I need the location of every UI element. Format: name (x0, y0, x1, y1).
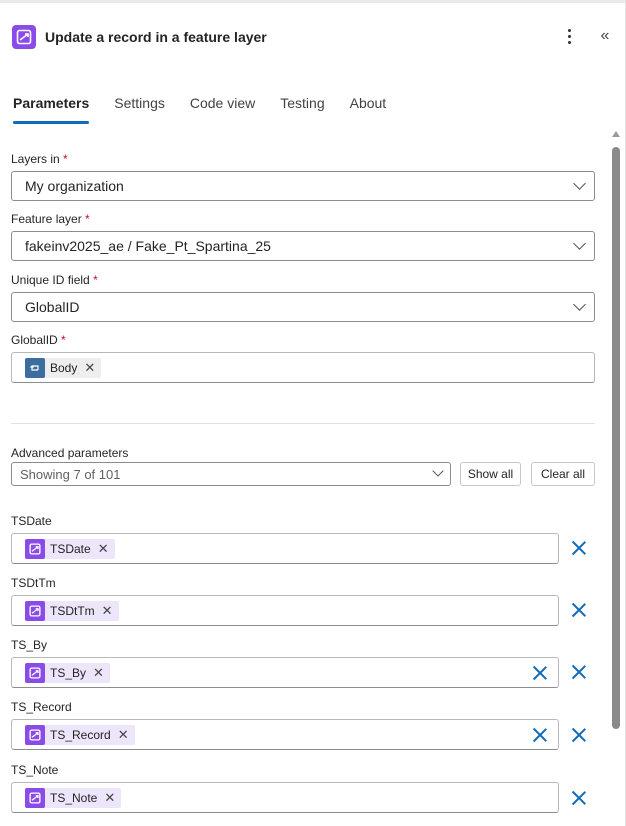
feature-layer-token-icon (25, 538, 45, 559)
globalid-input[interactable]: Body ✕ (11, 352, 595, 383)
tab-about[interactable]: About (350, 94, 387, 124)
globalid-token-label: Body (50, 360, 78, 375)
dynamic-content-token: TS_By ✕ (25, 662, 110, 683)
globalid-token: Body ✕ (25, 357, 102, 378)
param-input-tsdate[interactable]: TSDate ✕ (11, 533, 559, 564)
tab-code-view[interactable]: Code view (190, 94, 255, 124)
clear-input-icon[interactable] (531, 726, 549, 744)
advanced-parameters-label: Advanced parameters (11, 446, 129, 460)
feature-layer-token-icon (25, 600, 45, 621)
show-all-button[interactable]: Show all (460, 462, 521, 486)
feature-layer-token-icon (25, 724, 45, 745)
advanced-parameters-select[interactable]: Showing 7 of 101 (11, 462, 451, 486)
remove-token-icon[interactable]: ✕ (84, 358, 95, 378)
delete-param-icon[interactable] (570, 539, 588, 557)
remove-token-icon[interactable]: ✕ (102, 601, 113, 621)
delete-param-icon[interactable] (570, 601, 588, 619)
chevron-down-icon (432, 465, 444, 477)
layers-in-label: Layers in * (11, 152, 68, 166)
panel-title: Update a record in a feature layer (45, 29, 267, 45)
layers-in-dropdown[interactable]: My organization (11, 171, 595, 201)
scroll-up-arrow-icon[interactable] (612, 131, 620, 137)
delete-param-icon[interactable] (570, 789, 588, 807)
scrollbar-thumb[interactable] (612, 147, 620, 729)
param-input-tsdttm[interactable]: TSDtTm ✕ (11, 595, 559, 626)
chevron-down-icon (573, 237, 586, 250)
param-label-tsdate: TSDate (11, 514, 52, 528)
param-input-ts-note[interactable]: TS_Note ✕ (11, 782, 559, 813)
param-label-ts-by: TS_By (11, 638, 48, 652)
remove-token-icon[interactable]: ✕ (104, 788, 115, 808)
token-label: TS_Record (50, 727, 111, 742)
remove-token-icon[interactable]: ✕ (118, 725, 129, 745)
tab-parameters[interactable]: Parameters (13, 94, 90, 124)
chevron-down-icon (573, 177, 586, 190)
token-label: TS_Note (50, 790, 98, 805)
clear-all-button[interactable]: Clear all (531, 462, 595, 486)
tab-bar: Parameters Settings Code view Testing Ab… (13, 94, 411, 126)
feature-layer-dropdown[interactable]: fakeinv2025_ae / Fake_Pt_Spartina_25 (11, 231, 595, 261)
unique-id-label: Unique ID field * (11, 273, 98, 287)
loop-icon (25, 357, 45, 378)
tab-settings[interactable]: Settings (114, 94, 165, 124)
param-label-ts-note: TS_Note (11, 763, 59, 777)
unique-id-dropdown[interactable]: GlobalID (11, 292, 595, 322)
token-label: TSDtTm (50, 603, 95, 618)
panel-header: Update a record in a feature layer « (12, 24, 616, 50)
globalid-label: GlobalID * (11, 333, 66, 347)
more-options-icon[interactable] (560, 24, 578, 48)
param-input-ts-record[interactable]: TS_Record ✕ (11, 719, 559, 750)
dynamic-content-token: TSDtTm ✕ (25, 600, 119, 621)
advanced-parameters-value: Showing 7 of 101 (20, 466, 121, 482)
collapse-panel-icon[interactable]: « (596, 26, 614, 46)
token-label: TSDate (50, 541, 91, 556)
feature-layer-value: fakeinv2025_ae / Fake_Pt_Spartina_25 (25, 238, 271, 254)
remove-token-icon[interactable]: ✕ (93, 663, 104, 683)
delete-param-icon[interactable] (570, 726, 588, 744)
unique-id-value: GlobalID (25, 299, 80, 315)
layers-in-value: My organization (25, 178, 124, 194)
tab-testing[interactable]: Testing (280, 94, 324, 124)
token-label: TS_By (50, 665, 87, 680)
feature-layer-token-icon (25, 662, 45, 683)
chevron-down-icon (573, 298, 586, 311)
delete-param-icon[interactable] (570, 663, 588, 681)
feature-layer-token-icon (25, 787, 45, 808)
dynamic-content-token: TS_Record ✕ (25, 724, 135, 745)
feature-layer-app-icon (12, 25, 36, 49)
param-label-ts-record: TS_Record (11, 700, 72, 714)
param-input-ts-by[interactable]: TS_By ✕ (11, 657, 559, 688)
param-label-tsdttm: TSDtTm (11, 576, 56, 590)
section-divider (11, 423, 595, 424)
remove-token-icon[interactable]: ✕ (98, 539, 109, 559)
feature-layer-label: Feature layer * (11, 212, 90, 226)
clear-input-icon[interactable] (531, 664, 549, 682)
dynamic-content-token: TS_Note ✕ (25, 787, 122, 808)
dynamic-content-token: TSDate ✕ (25, 538, 115, 559)
